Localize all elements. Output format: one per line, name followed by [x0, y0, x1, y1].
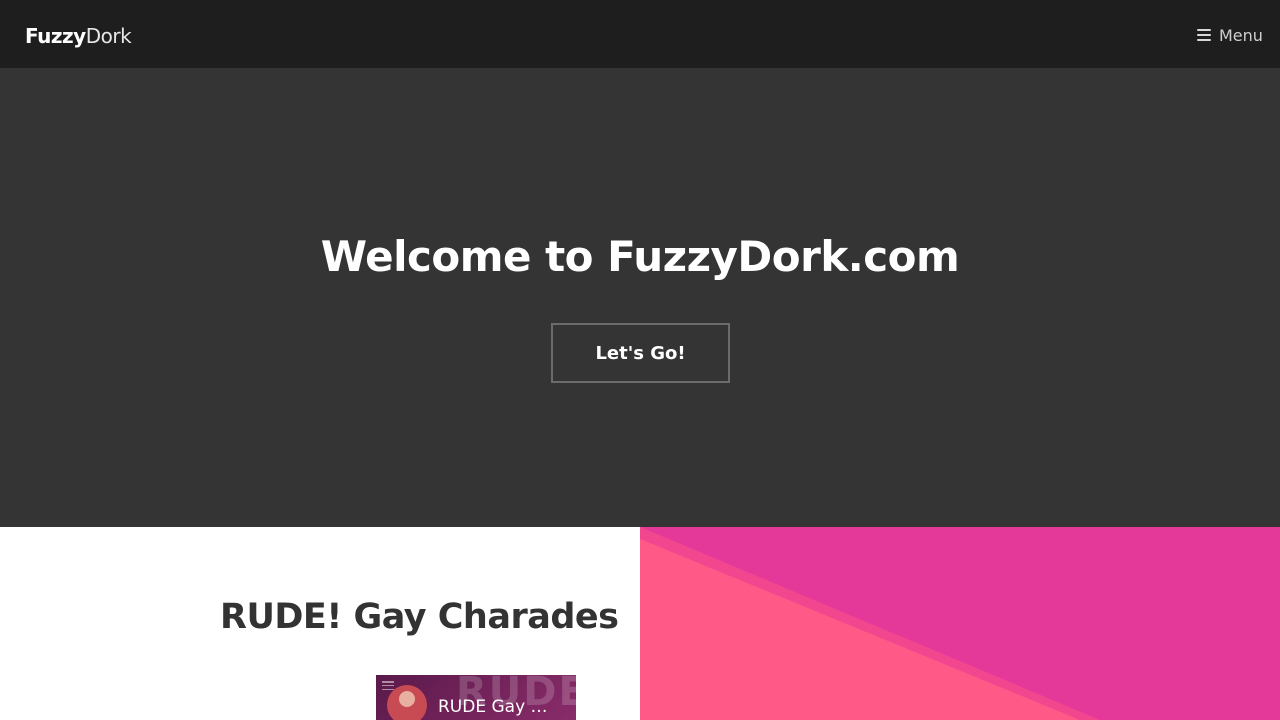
video-menu-icon[interactable]: [382, 681, 394, 690]
post-content-panel: RUDE! Gay Charades RUDE RUDE Gay Ch...: [0, 527, 640, 720]
hamburger-icon: [1197, 29, 1211, 41]
site-logo-link[interactable]: FuzzyDork: [25, 24, 132, 48]
channel-avatar[interactable]: [387, 685, 427, 720]
menu-button[interactable]: Menu: [1197, 24, 1263, 46]
hero-title: Welcome to FuzzyDork.com: [320, 232, 960, 281]
decorative-gradient-shape: [640, 527, 1280, 720]
logo-light-text: Dork: [85, 24, 132, 48]
post-title-link[interactable]: RUDE! Gay Charades: [220, 597, 619, 637]
post-image-panel: [640, 527, 1280, 720]
logo-bold-text: Fuzzy: [25, 24, 86, 48]
menu-label: Menu: [1219, 25, 1263, 45]
hero-section: Welcome to FuzzyDork.com Let's Go!: [0, 68, 1280, 527]
video-embed[interactable]: RUDE RUDE Gay Ch...: [376, 675, 576, 720]
top-navigation-bar: FuzzyDork Menu: [0, 0, 1280, 68]
video-title-link[interactable]: RUDE Gay Ch...: [438, 697, 556, 717]
lets-go-button[interactable]: Let's Go!: [551, 323, 730, 383]
